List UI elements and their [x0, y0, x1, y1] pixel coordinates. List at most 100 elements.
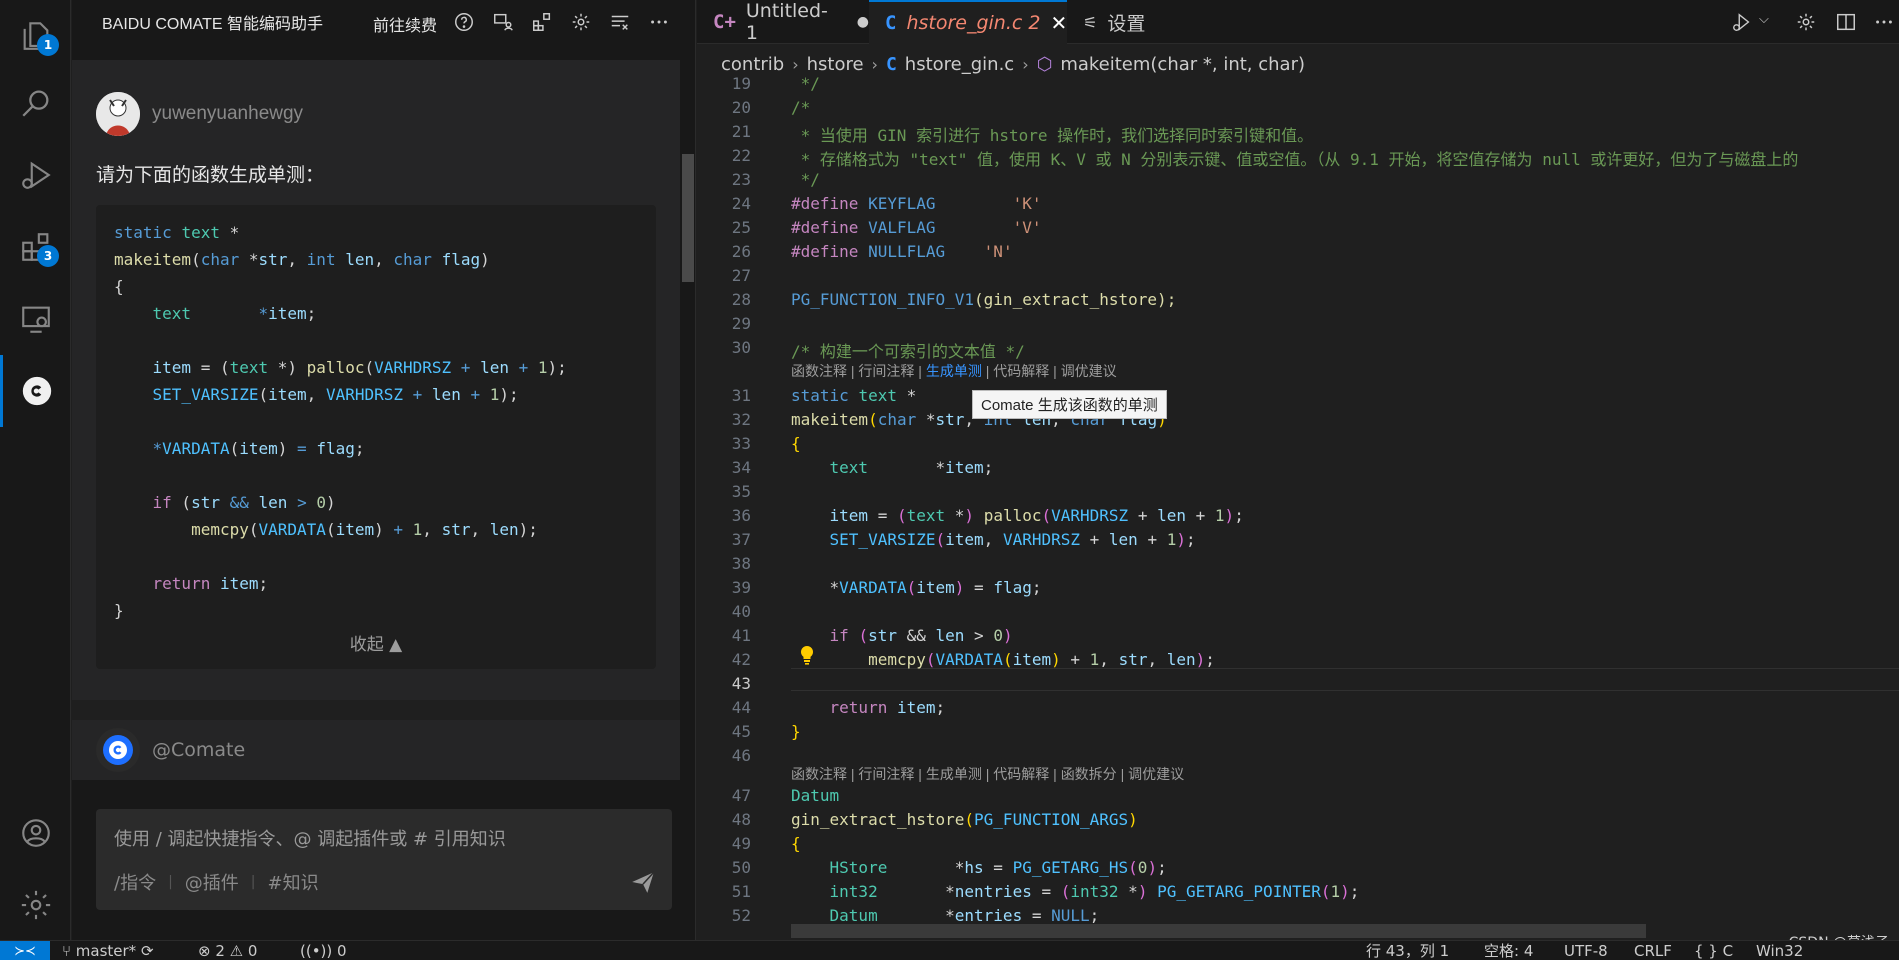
command-shortcut[interactable]: /指令	[114, 869, 156, 895]
user-row: yuwenyuanhewgy	[96, 92, 303, 136]
settings-sliders-icon: ⚟	[1083, 12, 1098, 32]
manage-button[interactable]	[0, 869, 71, 941]
code-line: text *item;	[829, 458, 994, 477]
remote-icon: ≻≺	[14, 943, 36, 959]
tab-label: 设置	[1107, 12, 1146, 35]
explorer-button[interactable]: 1	[0, 0, 71, 72]
lens-generate-test[interactable]: 生成单测	[926, 766, 982, 782]
line-number: 33	[731, 434, 751, 453]
problems-indicator[interactable]: ⊗ 2 ⚠ 0	[198, 941, 257, 960]
lens-inline-comment[interactable]: 行间注释	[858, 363, 914, 379]
collapse-button[interactable]: 收起 ▲	[96, 630, 656, 655]
lens-explain-code[interactable]: 代码解释	[993, 766, 1049, 782]
breadcrumb-item[interactable]: contrib	[721, 54, 784, 75]
line-number: 51	[731, 882, 751, 901]
ports-indicator[interactable]: ((•)) 0	[300, 941, 347, 960]
comate-button[interactable]	[0, 355, 71, 427]
feedback-button[interactable]	[490, 9, 516, 35]
generate-test-tooltip: Comate 生成该函数的单测	[972, 390, 1167, 419]
line-number: 38	[731, 554, 751, 573]
knowledge-shortcut[interactable]: #知识	[268, 869, 319, 895]
plugin-shortcut[interactable]: @插件	[185, 869, 239, 895]
line-ending[interactable]: CRLF	[1634, 941, 1672, 960]
lens-optimize[interactable]: 调优建议	[1061, 363, 1117, 379]
line-number: 37	[731, 530, 751, 549]
tool-separator: |	[168, 874, 173, 890]
code-line: * 当使用 GIN 索引进行 hstore 操作时，我们选择同时索引键和值。	[791, 126, 1314, 145]
code-line: return item;	[829, 698, 946, 717]
lens-generate-test[interactable]: 生成单测	[926, 363, 982, 379]
tab-hstore-gin[interactable]: C hstore_gin.c 2 ✕	[869, 0, 1067, 44]
breadcrumb-item[interactable]: makeitem(char *, int, char)	[1060, 54, 1305, 75]
run-debug-dropdown[interactable]	[1729, 9, 1755, 35]
plugins-button[interactable]	[529, 9, 555, 35]
ellipsis-icon	[651, 20, 667, 24]
chat-scrollbar[interactable]	[682, 154, 694, 282]
code-snippet: static text * makeitem(char *str, int le…	[96, 205, 656, 669]
search-button[interactable]	[0, 67, 71, 139]
run-debug-button[interactable]	[0, 139, 71, 211]
platform[interactable]: Win32	[1756, 941, 1803, 960]
chevron-right-icon: ›	[1022, 54, 1029, 74]
assistant-name: @Comate	[152, 739, 246, 761]
code-line: static text *	[791, 386, 917, 405]
c-file-icon: C	[885, 53, 897, 75]
line-number: 25	[731, 218, 751, 237]
help-icon	[455, 13, 473, 31]
code-line: /* 构建一个可索引的文本值 */	[791, 342, 1025, 361]
line-number: 45	[731, 722, 751, 741]
tab-bar: C+ Untitled-1 ● C hstore_gin.c 2 ✕ ⚟ 设置 …	[697, 0, 1899, 44]
avatar	[96, 92, 140, 136]
editor-more-button[interactable]	[1871, 9, 1897, 35]
horizontal-scrollbar[interactable]	[791, 924, 1646, 938]
lens-function-comment[interactable]: 函数注释	[791, 363, 847, 379]
remote-explorer-button[interactable]	[0, 283, 71, 355]
c-file-icon: C	[885, 12, 897, 34]
tab-untitled-1[interactable]: C+ Untitled-1 ●	[697, 0, 869, 44]
code-line: PG_FUNCTION_INFO_V1(gin_extract_hstore);	[791, 290, 1177, 309]
breadcrumb-item[interactable]: hstore	[807, 54, 864, 75]
help-button[interactable]	[451, 9, 477, 35]
encoding[interactable]: UTF-8	[1564, 941, 1608, 960]
chat-input[interactable]: 使用 / 调起快捷指令、@ 调起插件或 # 引用知识 /指令 | @插件 | #…	[96, 809, 672, 910]
split-editor-button[interactable]	[1833, 9, 1859, 35]
more-button[interactable]	[646, 9, 672, 35]
clear-history-button[interactable]	[607, 9, 633, 35]
chat-messages[interactable]: yuwenyuanhewgy 请为下面的函数生成单测： static text …	[72, 60, 682, 780]
code-line: HStore *hs = PG_GETARG_HS(0);	[829, 858, 1167, 877]
tab-settings[interactable]: ⚟ 设置	[1067, 0, 1225, 44]
code-line: {	[791, 434, 801, 453]
accounts-button[interactable]	[0, 797, 71, 869]
lens-explain-code[interactable]: 代码解释	[993, 363, 1049, 379]
branch-indicator[interactable]: ⑂ master* ⟳	[62, 941, 154, 960]
indentation[interactable]: 空格: 4	[1484, 941, 1533, 960]
line-number: 50	[731, 858, 751, 877]
code-snippet-lines: static text * makeitem(char *str, int le…	[114, 223, 567, 620]
input-tools: /指令 | @插件 | #知识	[114, 869, 319, 895]
extensions-button[interactable]: 3	[0, 211, 71, 283]
code-line: SET_VARSIZE(item, VARHDRSZ + len + 1);	[829, 530, 1196, 549]
lens-split-function[interactable]: 函数拆分	[1061, 766, 1117, 782]
code-line: Datum *entries = NULL;	[829, 906, 1100, 925]
cursor-position[interactable]: 行 43，列 1	[1366, 941, 1449, 960]
lens-optimize[interactable]: 调优建议	[1128, 766, 1184, 782]
lens-inline-comment[interactable]: 行间注释	[858, 766, 914, 782]
line-number: 42	[731, 650, 751, 669]
remote-indicator[interactable]: ≻≺	[0, 941, 50, 960]
breadcrumb-item[interactable]: hstore_gin.c	[905, 54, 1014, 75]
send-icon[interactable]	[630, 869, 656, 895]
close-icon[interactable]: ✕	[1050, 11, 1067, 35]
lightbulb-icon[interactable]	[797, 644, 817, 666]
explorer-badge: 1	[37, 34, 59, 56]
editor-settings-button[interactable]	[1793, 9, 1819, 35]
language-mode[interactable]: { } C	[1694, 941, 1733, 960]
run-debug-icon	[21, 161, 51, 189]
line-number: 20	[731, 98, 751, 117]
settings-button[interactable]	[568, 9, 594, 35]
prompt-text: 请为下面的函数生成单测：	[96, 164, 325, 186]
renew-link[interactable]: 前往续费	[373, 12, 437, 36]
chat-title: BAIDU COMATE 智能编码助手	[102, 16, 324, 33]
lens-function-comment[interactable]: 函数注释	[791, 766, 847, 782]
chevron-down-icon[interactable]: ⌵	[1759, 12, 1769, 27]
tab-label: hstore_gin.c	[906, 12, 1023, 34]
